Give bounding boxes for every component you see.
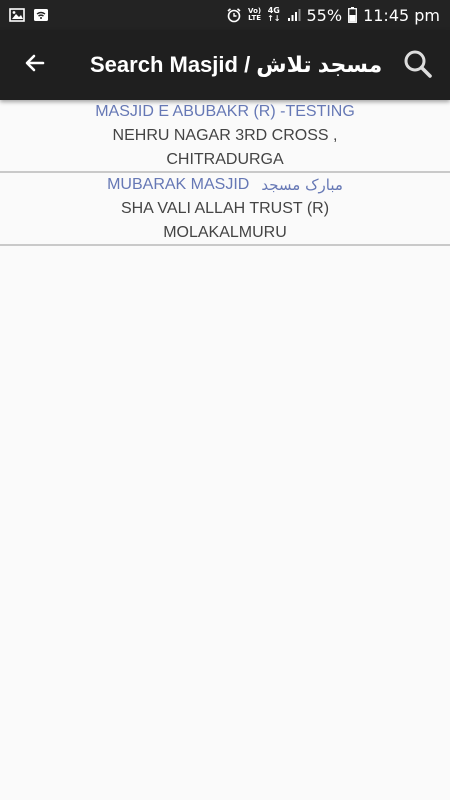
battery-icon	[348, 7, 358, 23]
status-left-icons	[9, 8, 57, 22]
masjid-name: MASJID E ABUBAKR (R) -TESTING	[95, 102, 355, 120]
masjid-city-line: CHITRADURGA	[166, 150, 284, 168]
masjid-urdu-name: مبارک مسجد	[261, 175, 343, 194]
page-title: Search Masjid / مسجد تلاش	[90, 52, 383, 77]
status-bar: Vo) LTE 4G ↑↓ 55% 11:45 pm	[0, 0, 450, 30]
volte-indicator: Vo) LTE	[248, 8, 261, 22]
masjid-city-line: MOLAKALMURU	[163, 223, 287, 241]
search-results-list: MASJID E ABUBAKR (R) -TESTING NEHRU NAGA…	[0, 100, 450, 246]
data-activity-arrows: ↑↓	[267, 14, 281, 23]
masjid-address-line: NEHRU NAGAR 3RD CROSS ,	[112, 126, 338, 144]
alarm-icon	[226, 7, 242, 23]
status-right-indicators: Vo) LTE 4G ↑↓ 55% 11:45 pm	[226, 6, 440, 25]
app-bar: Search Masjid / مسجد تلاش	[0, 30, 450, 100]
arrow-back-icon	[23, 51, 47, 80]
list-item-masjid-abubakr[interactable]: MASJID E ABUBAKR (R) -TESTING NEHRU NAGA…	[0, 100, 450, 173]
signal-strength-icon	[287, 8, 301, 22]
search-button[interactable]	[398, 46, 438, 86]
status-clock: 11:45 pm	[363, 5, 440, 25]
battery-percent: 55%	[306, 5, 343, 25]
list-item-mubarak-masjid[interactable]: MUBARAK MASJID مبارک مسجد SHA VALI ALLAH…	[0, 173, 450, 246]
result-title-row: MUBARAK MASJID مبارک مسجد	[107, 173, 343, 197]
search-icon	[403, 49, 433, 84]
masjid-address-line: SHA VALI ALLAH TRUST (R)	[120, 199, 330, 217]
result-title-row: MASJID E ABUBAKR (R) -TESTING	[95, 100, 355, 124]
wifi-icon	[33, 8, 49, 22]
back-button[interactable]	[16, 46, 54, 84]
network-type-indicator: 4G ↑↓	[267, 7, 280, 23]
volte-bottom-label: LTE	[248, 14, 261, 22]
masjid-name: MUBARAK MASJID	[107, 175, 250, 193]
image-icon	[9, 8, 25, 22]
